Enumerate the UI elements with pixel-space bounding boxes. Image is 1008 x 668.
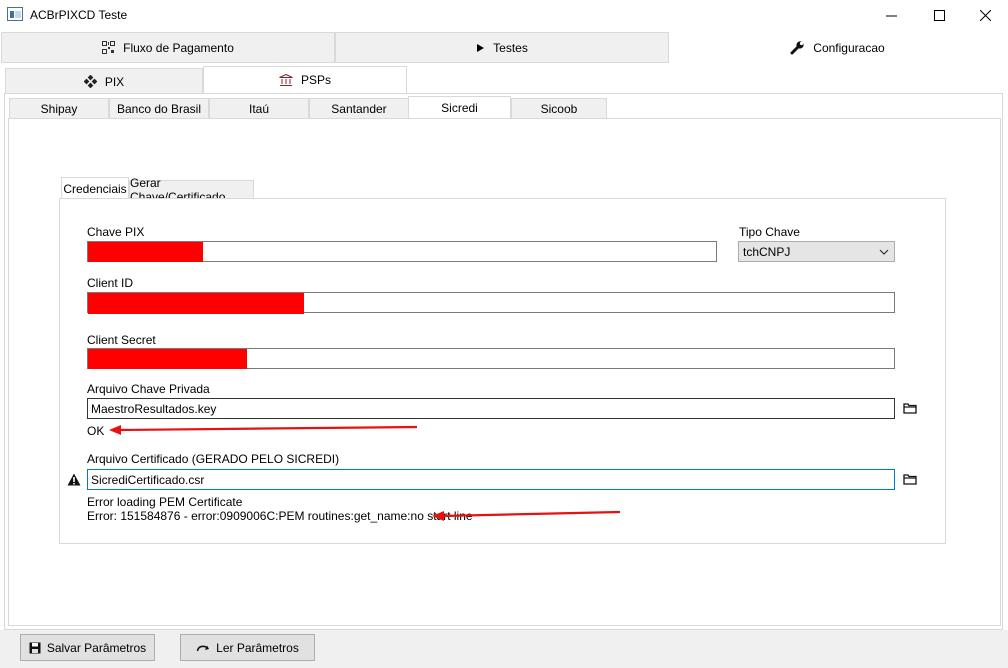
warning-icon [67, 473, 81, 486]
close-button[interactable] [962, 0, 1008, 30]
tab-gerar-chave-certificado[interactable]: Gerar Chave/Certificado [129, 176, 254, 204]
chave-pix-label: Chave PIX [87, 225, 145, 239]
certificado-error-title: Error loading PEM Certificate [87, 495, 243, 509]
qr-code-icon [102, 41, 116, 54]
tab-label: Sicoob [540, 101, 578, 116]
redaction-mark [88, 349, 247, 369]
redaction-mark [88, 293, 304, 314]
browse-certificado-button[interactable] [903, 473, 917, 488]
tab-label: Sicredi [441, 101, 478, 115]
tab-credenciais[interactable]: Credenciais [61, 177, 129, 199]
client-secret-label: Client Secret [87, 333, 156, 347]
certificado-error-detail: Error: 151584876 - error:0909006C:PEM ro… [87, 509, 473, 523]
redo-icon [196, 645, 210, 651]
certificado-input[interactable]: SicrediCertificado.csr [87, 469, 895, 490]
tipo-chave-label: Tipo Chave [739, 225, 800, 239]
chevron-down-icon [879, 249, 889, 255]
chave-privada-label: Arquivo Chave Privada [87, 382, 210, 396]
wrench-icon [790, 41, 804, 55]
tab-banco-do-brasil[interactable]: Banco do Brasil [109, 98, 209, 118]
tab-itau[interactable]: Itaú [209, 98, 309, 118]
folder-icon [903, 403, 917, 414]
tab-label: Itaú [248, 101, 269, 116]
tab-santander[interactable]: Santander [309, 98, 409, 118]
certificado-label: Arquivo Certificado (GERADO PELO SICREDI… [87, 452, 340, 466]
tipo-chave-value: tchCNPJ [743, 245, 791, 259]
tab-label: Shipay [40, 101, 78, 116]
tab-psps[interactable]: PSPs [203, 66, 407, 93]
tab-configuracao[interactable]: Configuracao [669, 32, 1006, 63]
tipo-chave-select[interactable]: tchCNPJ [738, 241, 895, 262]
pix-icon [83, 75, 97, 88]
browse-chave-privada-button[interactable] [903, 402, 917, 417]
tab-sicredi[interactable]: Sicredi [408, 96, 511, 119]
minimize-icon [885, 15, 897, 16]
minimize-button[interactable] [868, 0, 914, 30]
tab-testes[interactable]: Testes [335, 32, 669, 63]
tab-label: Fluxo de Pagamento [123, 40, 234, 55]
chave-privada-status: OK [87, 424, 105, 438]
tab-pix[interactable]: PIX [5, 68, 203, 94]
read-label: Ler Parâmetros [216, 640, 299, 655]
folder-icon [903, 474, 917, 485]
tab-label: PSPs [300, 73, 331, 87]
tab-label: Banco do Brasil [116, 101, 202, 116]
save-parameters-button[interactable]: Salvar Parâmetros [20, 634, 155, 661]
chave-privada-input[interactable]: MaestroResultados.key [87, 398, 895, 419]
tab-label: Testes [493, 40, 528, 55]
save-icon [29, 642, 41, 653]
annotation-arrow [109, 425, 418, 435]
bank-icon [279, 73, 293, 86]
maximize-button[interactable] [916, 0, 962, 30]
tab-sicoob[interactable]: Sicoob [511, 98, 607, 118]
read-parameters-button[interactable]: Ler Parâmetros [180, 634, 315, 661]
app-icon [7, 7, 23, 21]
title-bar [0, 0, 1008, 30]
tab-label: PIX [104, 74, 125, 89]
tab-shipay[interactable]: Shipay [9, 98, 109, 118]
tab-label: Santander [331, 101, 387, 116]
annotation-arrow [432, 510, 621, 521]
client-id-label: Client ID [87, 276, 134, 290]
tab-fluxo-de-pagamento[interactable]: Fluxo de Pagamento [1, 32, 335, 63]
close-icon [979, 9, 991, 21]
tab-label: Credenciais [63, 181, 127, 196]
save-label: Salvar Parâmetros [46, 640, 147, 655]
window-title: ACBrPIXCD Teste [30, 8, 128, 22]
tab-label: Configuracao [813, 40, 885, 55]
maximize-icon [933, 9, 945, 21]
play-icon [477, 43, 485, 52]
redaction-mark [88, 242, 203, 262]
